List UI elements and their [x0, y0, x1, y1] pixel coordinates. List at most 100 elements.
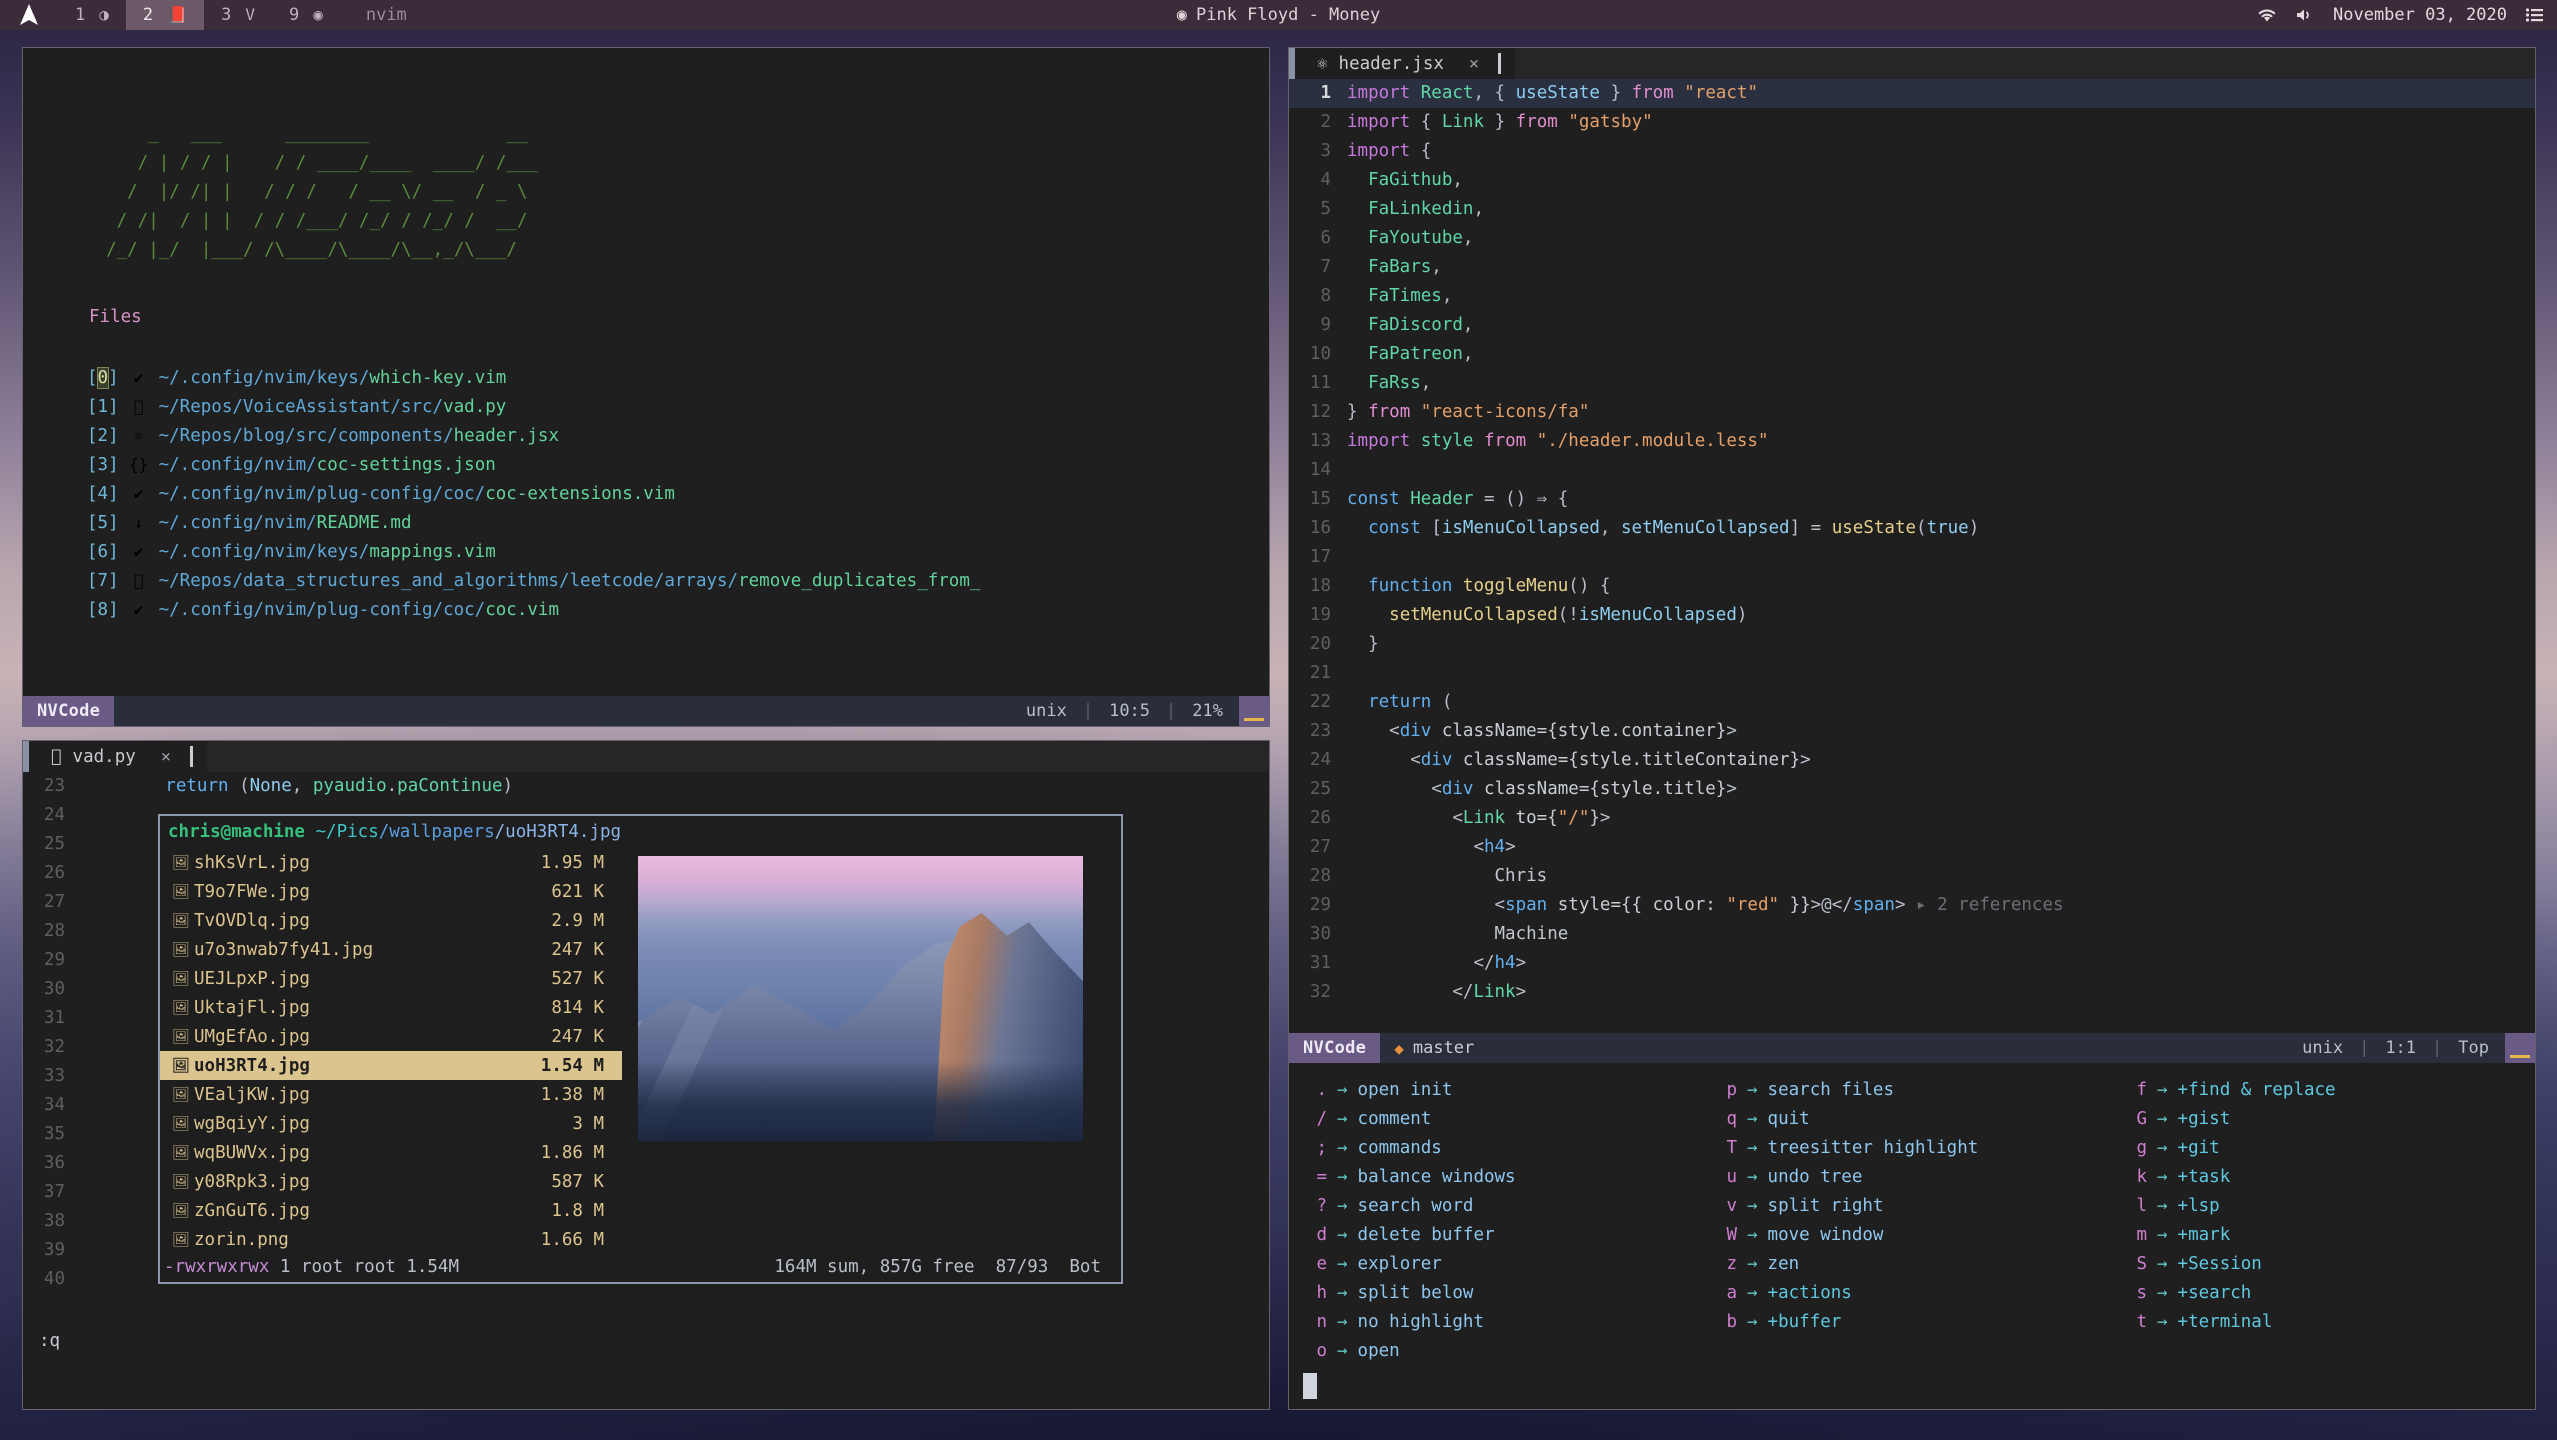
arrow-right-icon: → — [1737, 1225, 1768, 1245]
ranger-file-row[interactable]: 🖼VEaljKW.jpg1.38 M — [160, 1080, 622, 1109]
line-number: 5 — [1289, 195, 1347, 224]
which-key-entry[interactable]: G→+gist — [2109, 1104, 2519, 1133]
buffer-tabline[interactable]:  vad.py × — [23, 741, 1269, 772]
which-key-entry[interactable]: ;→commands — [1289, 1133, 1699, 1162]
jsx-statusline-divider-1: | — [2359, 1038, 2369, 1058]
close-icon[interactable]: × — [1469, 54, 1479, 74]
ranger-file-row[interactable]: 🖼uoH3RT4.jpg1.54 M — [160, 1051, 622, 1080]
which-key-entry[interactable]: ?→search word — [1289, 1191, 1699, 1220]
which-key-entry[interactable]: l→+lsp — [2109, 1191, 2519, 1220]
workspace-3[interactable]: 3 V — [204, 0, 272, 30]
buffer-tab-vad-py[interactable]:  vad.py × — [29, 741, 207, 772]
buffer-tab-header-jsx[interactable]: ⚛ header.jsx × — [1295, 48, 1515, 79]
which-key-entry[interactable]: h→split below — [1289, 1278, 1699, 1307]
which-key-entry[interactable]: b→+buffer — [1699, 1307, 2109, 1336]
which-key-entry[interactable]: d→delete buffer — [1289, 1220, 1699, 1249]
which-key-entry[interactable]: u→undo tree — [1699, 1162, 2109, 1191]
which-key-entry[interactable]: p→search files — [1699, 1075, 2109, 1104]
which-key-description: open init — [1358, 1080, 1453, 1100]
code-line: 8 FaTimes, — [1289, 282, 2535, 311]
ranger-file-row[interactable]: 🖼TvOVDlq.jpg2.9 M — [160, 906, 622, 935]
git-branch-indicator[interactable]: ◆ master — [1380, 1038, 1488, 1058]
ranger-file-list[interactable]: 🖼shKsVrL.jpg1.95 M🖼T9o7FWe.jpg621 K🖼TvOV… — [160, 848, 622, 1254]
which-key-entry[interactable]: =→balance windows — [1289, 1162, 1699, 1191]
dashboard-file-row[interactable]: [3]{}~/.config/nvim/coc-settings.json — [87, 450, 1269, 479]
which-key-description: balance windows — [1358, 1167, 1516, 1187]
which-key-entry[interactable]: n→no highlight — [1289, 1307, 1699, 1336]
which-key-entry[interactable]: e→explorer — [1289, 1249, 1699, 1278]
jsx-code-area[interactable]: 1import React, { useState } from "react"… — [1289, 79, 2535, 1007]
which-key-entry[interactable]: k→+task — [2109, 1162, 2519, 1191]
nvim-header-jsx-window[interactable]: ⚛ header.jsx × 1import React, { useState… — [1288, 47, 2536, 1410]
ranger-file-row[interactable]: 🖼UMgEfAo.jpg247 K — [160, 1022, 622, 1051]
which-key-entry[interactable]: v→split right — [1699, 1191, 2109, 1220]
ranger-file-row[interactable]: 🖼y08Rpk3.jpg587 K — [160, 1167, 622, 1196]
which-key-entry[interactable]: f→+find & replace — [2109, 1075, 2519, 1104]
which-key-entry[interactable]: s→+search — [2109, 1278, 2519, 1307]
dashboard-file-row[interactable]: [4]✔~/.config/nvim/plug-config/coc/coc-e… — [87, 479, 1269, 508]
dashboard-file-row[interactable]: [0]✔~/.config/nvim/keys/which-key.vim — [87, 363, 1269, 392]
ranger-file-row[interactable]: 🖼zGnGuT6.jpg1.8 M — [160, 1196, 622, 1225]
ranger-file-row[interactable]: 🖼shKsVrL.jpg1.95 M — [160, 848, 622, 877]
dashboard-file-row[interactable]: [5]↓~/.config/nvim/README.md — [87, 508, 1269, 537]
arrow-right-icon: → — [1327, 1225, 1358, 1245]
ranger-file-row[interactable]: 🖼UEJLpxP.jpg527 K — [160, 964, 622, 993]
which-key-key: ; — [1303, 1138, 1327, 1158]
which-key-popup[interactable]: .→open initp→search filesf→+find & repla… — [1289, 1063, 2535, 1399]
close-icon[interactable]: × — [161, 747, 171, 767]
tray: November 03, 2020 — [2257, 0, 2557, 30]
line-number: 30 — [1289, 920, 1347, 949]
which-key-entry[interactable]: W→move window — [1699, 1220, 2109, 1249]
dashboard-file-row[interactable]: [6]✔~/.config/nvim/keys/mappings.vim — [87, 537, 1269, 566]
which-key-entry[interactable]: q→quit — [1699, 1104, 2109, 1133]
which-key-entry[interactable]: g→+git — [2109, 1133, 2519, 1162]
which-key-entry[interactable]: S→+Session — [2109, 1249, 2519, 1278]
line-number: 36 — [23, 1149, 81, 1178]
ranger-file-row[interactable]: 🖼zorin.png1.66 M — [160, 1225, 622, 1254]
which-key-entry[interactable]: .→open init — [1289, 1075, 1699, 1104]
arrow-right-icon: → — [1327, 1138, 1358, 1158]
ranger-file-name: zGnGuT6.jpg — [194, 1201, 551, 1221]
code-line: 21 — [1289, 659, 2535, 688]
ranger-file-row[interactable]: 🖼UktajFl.jpg814 K — [160, 993, 622, 1022]
workspace-1[interactable]: 1 ◑ — [58, 0, 126, 30]
ranger-file-row[interactable]: 🖼T9o7FWe.jpg621 K — [160, 877, 622, 906]
which-key-key: s — [2123, 1283, 2147, 1303]
workspace-9[interactable]: 9 ◉ — [272, 0, 340, 30]
dashboard-file-row[interactable]: [7]~/Repos/data_structures_and_algorith… — [87, 566, 1269, 595]
nvim-dashboard-window[interactable]: _ ___ ________ __ / | / / | / / ____/___… — [22, 47, 1270, 727]
dashboard-file-path: ~/Repos/data_structures_and_algorithms/l… — [159, 571, 981, 591]
which-key-entry[interactable]: a→+actions — [1699, 1278, 2109, 1307]
dashboard-file-row[interactable]: [8]✔~/.config/nvim/plug-config/coc/coc.v… — [87, 595, 1269, 624]
ranger-file-row[interactable]: 🖼u7o3nwab7fy41.jpg247 K — [160, 935, 622, 964]
dashboard-file-list[interactable]: [0]✔~/.config/nvim/keys/which-key.vim[1]… — [23, 327, 1269, 624]
workspace-2[interactable]: 2 📕 — [126, 0, 204, 30]
volume-icon[interactable] — [2295, 7, 2315, 23]
image-file-icon: 🖼 — [168, 1029, 194, 1045]
arch-logo-icon[interactable] — [0, 4, 58, 26]
ranger-file-row[interactable]: 🖼wqBUWVx.jpg1.86 M — [160, 1138, 622, 1167]
which-key-entry[interactable]: z→zen — [1699, 1249, 2109, 1278]
line-number: 3 — [1289, 137, 1347, 166]
which-key-entry[interactable]: T→treesitter highlight — [1699, 1133, 2109, 1162]
which-key-key: o — [1303, 1341, 1327, 1361]
vim-cmdline[interactable]: :q — [39, 1331, 60, 1351]
dashboard-file-row[interactable]: [2]⚛~/Repos/blog/src/components/header.j… — [87, 421, 1269, 450]
ranger-file-row[interactable]: 🖼wgBqiyY.jpg3 M — [160, 1109, 622, 1138]
list-menu-icon[interactable] — [2525, 7, 2545, 23]
dashboard-file-row[interactable]: [1]~/Repos/VoiceAssistant/src/vad.py — [87, 392, 1269, 421]
which-key-entry[interactable]: m→+mark — [2109, 1220, 2519, 1249]
arrow-right-icon: → — [2147, 1254, 2178, 1274]
arrow-right-icon: → — [1327, 1109, 1358, 1129]
line-number: 9 — [1289, 311, 1347, 340]
ranger-file-name: VEaljKW.jpg — [194, 1085, 541, 1105]
which-key-entry[interactable]: t→+terminal — [2109, 1307, 2519, 1336]
which-key-entry[interactable]: /→comment — [1289, 1104, 1699, 1133]
jsx-buffer-tabline[interactable]: ⚛ header.jsx × — [1289, 48, 2535, 79]
ranger-file-manager[interactable]: chris@machine ~/Pics/wallpapers/uoH3RT4.… — [158, 814, 1123, 1284]
code-line: 5 FaLinkedin, — [1289, 195, 2535, 224]
wifi-icon[interactable] — [2257, 7, 2277, 23]
arrow-right-icon: → — [2147, 1167, 2178, 1187]
which-key-entry[interactable]: o→open — [1289, 1336, 1699, 1365]
dashboard-file-index: [8] — [87, 600, 119, 620]
